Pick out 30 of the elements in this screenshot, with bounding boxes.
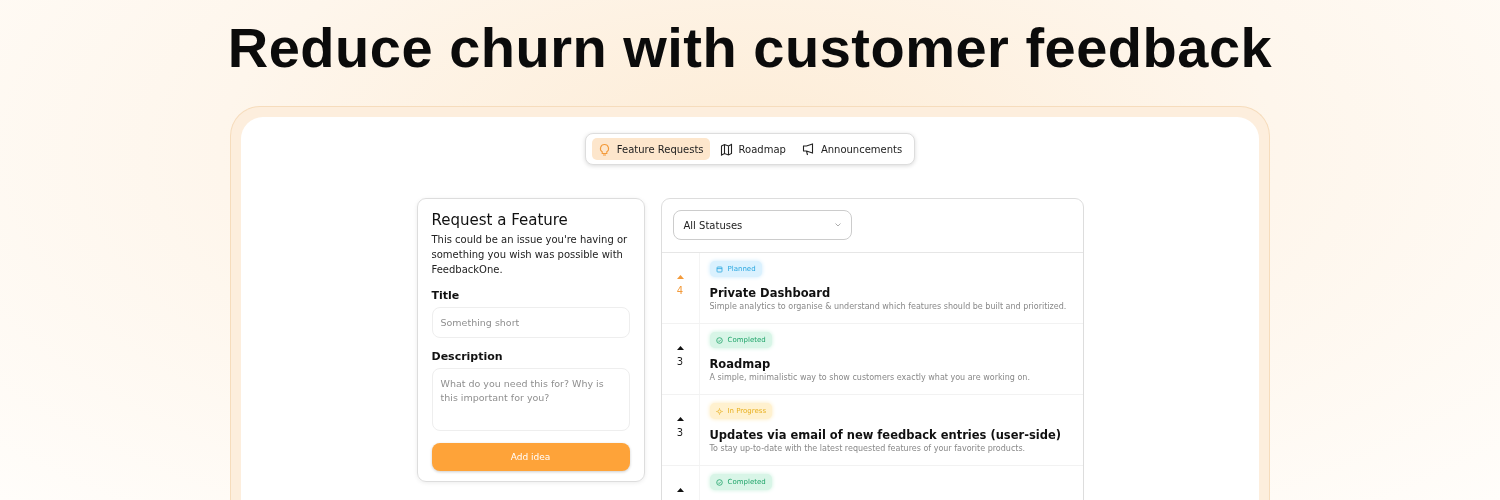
headline: Reduce churn with customer feedback: [226, 15, 1274, 80]
request-title: Updates via email of new feedback entries (user-side): [709, 428, 1061, 442]
vote-count: 4: [676, 285, 684, 296]
form-description: This could be an issue you're having or something you wish was possible with FeedbackOne.: [431, 233, 629, 277]
request-description: Simple analytics to organise & understand which features should be built and prioritized.: [709, 302, 1067, 311]
title-field[interactable]: Something short: [431, 307, 630, 338]
bulb-icon: [597, 142, 611, 156]
tab[interactable]: Feature Requests: [591, 138, 710, 160]
tab[interactable]: Announcements: [795, 138, 909, 160]
description-field[interactable]: What do you need this for? Why is this important for you?: [431, 368, 630, 431]
upvote-icon[interactable]: [676, 346, 684, 350]
tab[interactable]: Roadmap: [713, 138, 792, 160]
request-title: Private Dashboard: [709, 286, 831, 300]
check-circle-icon: [715, 478, 723, 486]
chevron-icon: [834, 223, 841, 227]
request-description: A simple, minimalistic way to show customers exactly what you are working on.: [709, 373, 1030, 382]
calendar-icon: [715, 265, 723, 273]
map-icon: [719, 142, 733, 156]
field-label: Title: [431, 289, 461, 302]
status-dropdown[interactable]: All Statuses: [672, 210, 852, 240]
form-title: Request a Feature: [431, 211, 569, 229]
vote-count: 3: [676, 356, 684, 367]
check-circle-icon: [715, 336, 723, 344]
request-title: Roadmap: [709, 357, 771, 371]
field-label: Description: [431, 350, 504, 363]
megaphone-icon: [801, 142, 815, 156]
request-description: To stay up-to-date with the latest requested features of your favorite products.: [709, 444, 1026, 453]
upvote-icon[interactable]: [676, 417, 684, 421]
upvote-icon[interactable]: [676, 488, 684, 492]
vote-count: 3: [676, 427, 684, 438]
